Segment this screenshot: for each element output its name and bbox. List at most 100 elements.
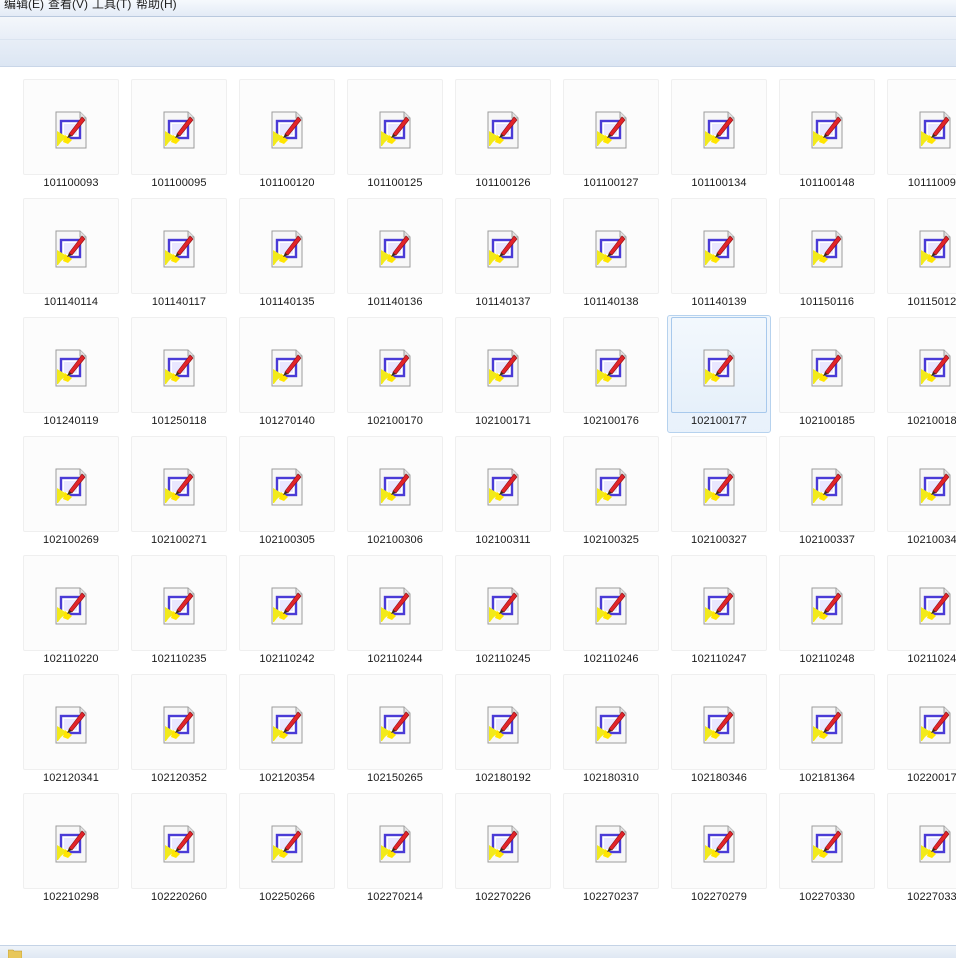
file-thumbnail[interactable]	[23, 555, 119, 651]
file-name-label[interactable]: 101140138	[556, 296, 666, 308]
file-thumbnail[interactable]	[563, 317, 659, 413]
file-thumbnail[interactable]	[347, 79, 443, 175]
file-name-label[interactable]: 102100186	[880, 415, 956, 427]
file-name-label[interactable]: 102110248	[772, 653, 882, 665]
file-name-label[interactable]: 101140136	[340, 296, 450, 308]
file-thumbnail[interactable]	[779, 79, 875, 175]
file-thumbnail[interactable]	[563, 198, 659, 294]
file-thumbnail[interactable]	[455, 555, 551, 651]
file-thumbnail[interactable]	[23, 198, 119, 294]
file-thumbnail[interactable]	[563, 79, 659, 175]
menu-item-edit[interactable]: 编辑(E)	[4, 0, 44, 12]
file-thumbnail[interactable]	[455, 317, 551, 413]
file-name-label[interactable]: 102110220	[16, 653, 126, 665]
file-thumbnail[interactable]	[671, 793, 767, 889]
file-name-label[interactable]: 102100327	[664, 534, 774, 546]
file-thumbnail[interactable]	[887, 79, 956, 175]
file-name-label[interactable]: 102250266	[232, 891, 342, 903]
file-name-label[interactable]: 102180192	[448, 772, 558, 784]
file-thumbnail[interactable]	[23, 317, 119, 413]
file-name-label[interactable]: 102100337	[772, 534, 882, 546]
file-name-label[interactable]: 102100325	[556, 534, 666, 546]
file-thumbnail[interactable]	[239, 198, 335, 294]
file-grid[interactable]: 101100093 101100095 101100120 101100125 1011…	[0, 67, 956, 945]
file-thumbnail[interactable]	[239, 555, 335, 651]
file-thumbnail[interactable]	[671, 555, 767, 651]
file-thumbnail[interactable]	[887, 317, 956, 413]
file-thumbnail[interactable]	[671, 317, 767, 413]
file-thumbnail[interactable]	[779, 793, 875, 889]
file-name-label[interactable]: 101100093	[16, 177, 126, 189]
file-thumbnail[interactable]	[563, 674, 659, 770]
file-name-label[interactable]: 102270331	[880, 891, 956, 903]
file-thumbnail[interactable]	[23, 674, 119, 770]
file-name-label[interactable]: 102100177	[664, 415, 774, 427]
file-name-label[interactable]: 101140117	[124, 296, 234, 308]
file-thumbnail[interactable]	[671, 79, 767, 175]
file-thumbnail[interactable]	[131, 79, 227, 175]
file-thumbnail[interactable]	[347, 674, 443, 770]
file-name-label[interactable]: 102110247	[664, 653, 774, 665]
file-thumbnail[interactable]	[131, 317, 227, 413]
file-name-label[interactable]: 102220260	[124, 891, 234, 903]
file-name-label[interactable]: 102270214	[340, 891, 450, 903]
file-thumbnail[interactable]	[23, 436, 119, 532]
file-thumbnail[interactable]	[347, 317, 443, 413]
file-name-label[interactable]: 101100127	[556, 177, 666, 189]
file-name-label[interactable]: 102100170	[340, 415, 450, 427]
file-thumbnail[interactable]	[887, 198, 956, 294]
file-name-label[interactable]: 101150121	[880, 296, 956, 308]
menu-item-view[interactable]: 查看(V)	[48, 0, 88, 12]
file-name-label[interactable]: 101270140	[232, 415, 342, 427]
file-thumbnail[interactable]	[671, 436, 767, 532]
file-name-label[interactable]: 101110092	[880, 177, 956, 189]
file-name-label[interactable]: 101100095	[124, 177, 234, 189]
file-name-label[interactable]: 102120341	[16, 772, 126, 784]
file-thumbnail[interactable]	[563, 793, 659, 889]
file-thumbnail[interactable]	[887, 436, 956, 532]
file-thumbnail[interactable]	[131, 436, 227, 532]
file-name-label[interactable]: 102110244	[340, 653, 450, 665]
menu-item-help[interactable]: 帮助(H)	[136, 0, 177, 12]
file-thumbnail[interactable]	[131, 555, 227, 651]
file-thumbnail[interactable]	[455, 436, 551, 532]
file-name-label[interactable]: 101100125	[340, 177, 450, 189]
file-name-label[interactable]: 101140114	[16, 296, 126, 308]
menu-item-tools[interactable]: 工具(T)	[92, 0, 131, 12]
file-name-label[interactable]: 102110242	[232, 653, 342, 665]
file-name-label[interactable]: 101140135	[232, 296, 342, 308]
file-thumbnail[interactable]	[779, 436, 875, 532]
file-name-label[interactable]: 102270226	[448, 891, 558, 903]
file-name-label[interactable]: 102100306	[340, 534, 450, 546]
file-thumbnail[interactable]	[455, 198, 551, 294]
file-name-label[interactable]: 101250118	[124, 415, 234, 427]
file-thumbnail[interactable]	[887, 555, 956, 651]
file-name-label[interactable]: 101100120	[232, 177, 342, 189]
file-thumbnail[interactable]	[347, 555, 443, 651]
file-thumbnail[interactable]	[23, 793, 119, 889]
file-name-label[interactable]: 102110245	[448, 653, 558, 665]
file-thumbnail[interactable]	[239, 436, 335, 532]
file-name-label[interactable]: 102100171	[448, 415, 558, 427]
file-thumbnail[interactable]	[671, 198, 767, 294]
file-name-label[interactable]: 102270330	[772, 891, 882, 903]
file-thumbnail[interactable]	[887, 793, 956, 889]
file-thumbnail[interactable]	[563, 436, 659, 532]
file-name-label[interactable]: 101140137	[448, 296, 558, 308]
file-name-label[interactable]: 102270237	[556, 891, 666, 903]
file-name-label[interactable]: 101150116	[772, 296, 882, 308]
file-name-label[interactable]: 102110246	[556, 653, 666, 665]
file-name-label[interactable]: 102110235	[124, 653, 234, 665]
file-name-label[interactable]: 102100271	[124, 534, 234, 546]
file-thumbnail[interactable]	[455, 793, 551, 889]
file-name-label[interactable]: 102120352	[124, 772, 234, 784]
file-thumbnail[interactable]	[779, 674, 875, 770]
file-name-label[interactable]: 102210298	[16, 891, 126, 903]
file-thumbnail[interactable]	[131, 198, 227, 294]
file-name-label[interactable]: 101100126	[448, 177, 558, 189]
file-thumbnail[interactable]	[779, 317, 875, 413]
file-name-label[interactable]: 102181364	[772, 772, 882, 784]
file-thumbnail[interactable]	[779, 198, 875, 294]
file-name-label[interactable]: 102150265	[340, 772, 450, 784]
file-name-label[interactable]: 101100134	[664, 177, 774, 189]
